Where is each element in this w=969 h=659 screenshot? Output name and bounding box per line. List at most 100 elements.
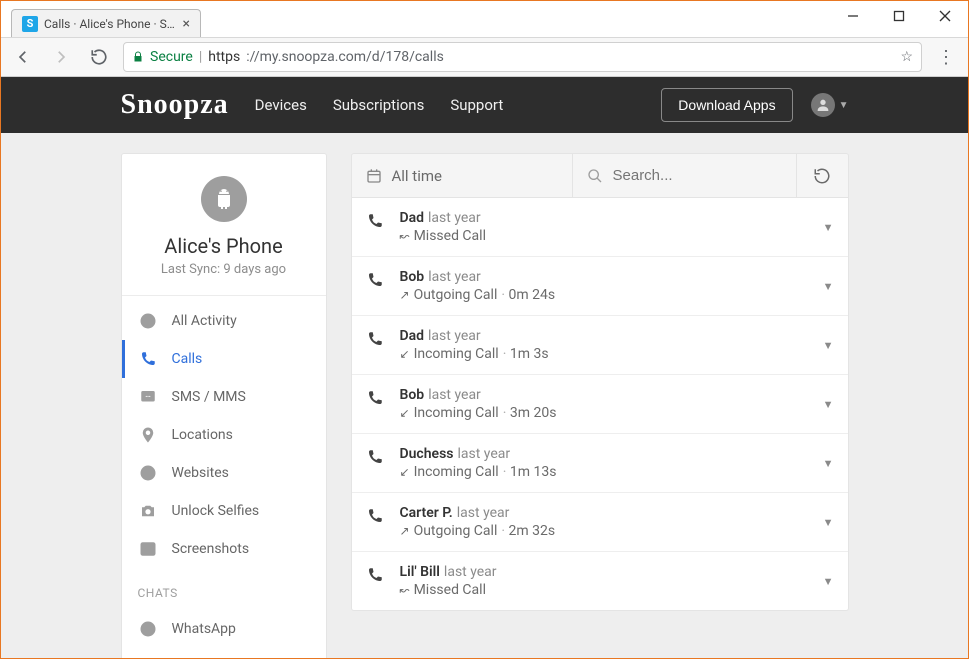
android-icon <box>201 176 247 222</box>
app-logo[interactable]: Snoopza <box>121 89 229 121</box>
phone-icon <box>366 507 386 525</box>
refresh-button[interactable] <box>796 154 848 197</box>
sidebar-chats: WhatsApp Facebook <box>122 604 326 658</box>
top-nav: Devices Subscriptions Support <box>255 96 504 114</box>
expand-chevron-icon[interactable]: ▼ <box>823 575 834 588</box>
window-maximize-button[interactable] <box>876 1 922 31</box>
bookmark-star-icon[interactable]: ☆ <box>900 49 913 65</box>
browser-back-button[interactable] <box>9 43 37 71</box>
url-separator: | <box>199 49 202 65</box>
call-duration: 0m 24s <box>501 287 555 303</box>
device-block: Alice's Phone Last Sync: 9 days ago <box>122 154 326 295</box>
call-direction-icon: ↙ <box>400 465 410 479</box>
sidebar: Alice's Phone Last Sync: 9 days ago All … <box>121 153 327 658</box>
search-icon <box>587 168 603 184</box>
phone-icon <box>366 448 386 466</box>
browser-tab[interactable]: S Calls · Alice's Phone · Sno × <box>11 9 201 37</box>
call-type: Outgoing Call <box>414 287 498 303</box>
app-header: Snoopza Devices Subscriptions Support Do… <box>1 77 968 133</box>
clock-icon <box>138 312 158 330</box>
sidebar-item-websites[interactable]: Websites <box>122 454 326 492</box>
call-direction-icon: ↗ <box>400 288 410 302</box>
window-close-button[interactable] <box>922 1 968 31</box>
browser-url-bar[interactable]: Secure | https ://my.snoopza.com/d/178/ca… <box>123 42 922 72</box>
browser-forward-button[interactable] <box>47 43 75 71</box>
call-duration: 1m 3s <box>503 346 549 362</box>
phone-icon <box>366 330 386 348</box>
sidebar-item-label: Locations <box>172 427 233 443</box>
phone-icon <box>366 271 386 289</box>
browser-reload-button[interactable] <box>85 43 113 71</box>
call-time: last year <box>457 446 510 462</box>
nav-support[interactable]: Support <box>450 96 503 114</box>
expand-chevron-icon[interactable]: ▼ <box>823 221 834 234</box>
svg-text:•••: ••• <box>145 395 151 401</box>
tab-favicon-icon: S <box>22 16 38 32</box>
call-row[interactable]: Boblast year↙Incoming Call3m 20s▼ <box>352 374 848 433</box>
secure-label: Secure <box>150 49 193 65</box>
url-scheme: https <box>208 49 240 65</box>
search-input[interactable] <box>613 167 782 184</box>
expand-chevron-icon[interactable]: ▼ <box>823 398 834 411</box>
browser-menu-button[interactable]: ⋮ <box>932 47 960 68</box>
call-row[interactable]: Duchesslast year↙Incoming Call1m 13s▼ <box>352 433 848 492</box>
call-type: Incoming Call <box>414 405 499 421</box>
sidebar-item-label: WhatsApp <box>172 621 236 637</box>
call-type: Incoming Call <box>414 464 499 480</box>
tab-title: Calls · Alice's Phone · Sno <box>44 17 177 31</box>
sidebar-item-label: Calls <box>172 351 203 367</box>
sidebar-item-unlock-selfies[interactable]: Unlock Selfies <box>122 492 326 530</box>
expand-chevron-icon[interactable]: ▼ <box>823 457 834 470</box>
image-icon <box>138 540 158 558</box>
call-row[interactable]: Carter P.last year↗Outgoing Call2m 32s▼ <box>352 492 848 551</box>
camera-icon <box>138 502 158 520</box>
sidebar-section-chats: CHATS <box>122 574 326 604</box>
call-contact: Lil' Bill <box>400 564 440 580</box>
sidebar-item-label: SMS / MMS <box>172 389 246 405</box>
expand-chevron-icon[interactable]: ▼ <box>823 516 834 529</box>
call-type: Missed Call <box>414 228 486 244</box>
call-time: last year <box>428 269 481 285</box>
sidebar-item-locations[interactable]: Locations <box>122 416 326 454</box>
call-row[interactable]: Dadlast year↙Incoming Call1m 3s▼ <box>352 315 848 374</box>
nav-devices[interactable]: Devices <box>255 96 307 114</box>
user-menu[interactable]: ▼ <box>811 93 849 117</box>
call-time: last year <box>457 505 510 521</box>
nav-subscriptions[interactable]: Subscriptions <box>333 96 424 114</box>
call-duration: 3m 20s <box>503 405 557 421</box>
call-type: Missed Call <box>414 582 486 598</box>
sidebar-item-screenshots[interactable]: Screenshots <box>122 530 326 568</box>
expand-chevron-icon[interactable]: ▼ <box>823 339 834 352</box>
call-time: last year <box>428 210 481 226</box>
window-minimize-button[interactable] <box>830 1 876 31</box>
sms-icon: ••• <box>138 388 158 406</box>
sidebar-item-label: Websites <box>172 465 229 481</box>
sidebar-item-label: All Activity <box>172 313 237 329</box>
sidebar-item-sms-mms[interactable]: ••• SMS / MMS <box>122 378 326 416</box>
call-toolbar: All time <box>351 153 849 197</box>
download-apps-button[interactable]: Download Apps <box>661 88 792 122</box>
call-time: last year <box>444 564 497 580</box>
main-column: All time Dadlast year↜Missed Call▼Boblas… <box>351 153 849 611</box>
call-row[interactable]: Boblast year↗Outgoing Call0m 24s▼ <box>352 256 848 315</box>
window-controls <box>830 1 968 31</box>
call-time: last year <box>428 387 481 403</box>
call-row[interactable]: Lil' Billlast year↜Missed Call▼ <box>352 551 848 610</box>
call-list: Dadlast year↜Missed Call▼Boblast year↗Ou… <box>351 197 849 611</box>
phone-icon <box>366 389 386 407</box>
page-body: Alice's Phone Last Sync: 9 days ago All … <box>1 133 968 658</box>
url-rest: ://my.snoopza.com/d/178/calls <box>246 49 444 65</box>
call-contact: Duchess <box>400 446 454 462</box>
sidebar-item-all-activity[interactable]: All Activity <box>122 302 326 340</box>
search-cell[interactable] <box>572 154 796 197</box>
tab-close-icon[interactable]: × <box>183 16 190 32</box>
sidebar-item-facebook[interactable]: Facebook <box>122 648 326 658</box>
call-type: Outgoing Call <box>414 523 498 539</box>
call-row[interactable]: Dadlast year↜Missed Call▼ <box>352 197 848 256</box>
phone-icon <box>138 350 158 368</box>
time-filter[interactable]: All time <box>352 154 572 197</box>
globe-icon <box>138 464 158 482</box>
expand-chevron-icon[interactable]: ▼ <box>823 280 834 293</box>
sidebar-item-calls[interactable]: Calls <box>122 340 326 378</box>
sidebar-item-whatsapp[interactable]: WhatsApp <box>122 610 326 648</box>
